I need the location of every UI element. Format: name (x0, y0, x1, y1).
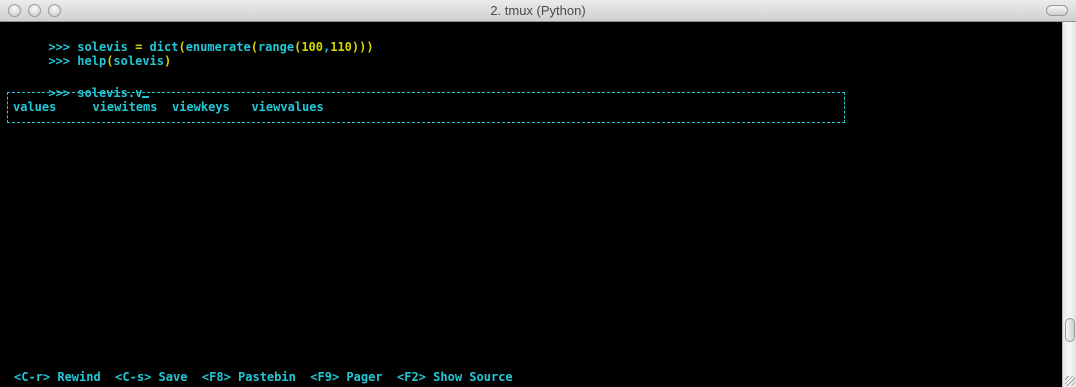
status-bar: <C-r> Rewind <C-s> Save <F8> Pastebin <F… (14, 370, 513, 384)
completion-item[interactable]: viewitems (92, 100, 157, 114)
terminal-output[interactable]: >>> solevis = dict(enumerate(range(100,1… (0, 22, 1062, 387)
title-bar[interactable]: 2. tmux (Python) (0, 0, 1076, 22)
status-key: <C-s> (115, 370, 152, 384)
status-label: Show Source (433, 370, 513, 384)
code-token: ))) (351, 40, 374, 54)
completion-list: values viewitems viewkeys viewvalues (13, 100, 324, 114)
status-key: <C-r> (14, 370, 51, 384)
code-token: 100 (301, 40, 323, 54)
code-token: enumerate (185, 40, 251, 54)
code-token: ) (164, 54, 172, 68)
repl-prompt: >>> (48, 54, 71, 68)
status-key: <F2> (397, 370, 426, 384)
resize-grip-icon[interactable] (1065, 376, 1075, 386)
completion-item[interactable]: values (13, 100, 56, 114)
completion-item[interactable]: viewvalues (251, 100, 323, 114)
scrollbar-thumb[interactable] (1065, 318, 1075, 342)
scrollbar[interactable] (1062, 22, 1076, 387)
terminal-window: 2. tmux (Python) >>> solevis = dict(enum… (0, 0, 1076, 387)
completion-item[interactable]: viewkeys (172, 100, 230, 114)
status-label: Pager (346, 370, 383, 384)
window-title: 2. tmux (Python) (490, 3, 586, 18)
status-label: Save (158, 370, 188, 384)
code-token: solevis (113, 54, 164, 68)
status-key: <F9> (310, 370, 340, 384)
code-token: help (77, 54, 107, 68)
code-token: 110 (330, 40, 352, 54)
code-token: range (257, 40, 295, 54)
status-label: Rewind (57, 370, 101, 384)
status-label: Pastebin (238, 370, 296, 384)
code-token: ( (178, 40, 186, 54)
status-key: <F8> (201, 370, 231, 384)
completion-popup: values viewitems viewkeys viewvalues (7, 92, 845, 123)
code-token: ( (250, 40, 258, 54)
toolbar-toggle-button[interactable] (1046, 5, 1068, 16)
